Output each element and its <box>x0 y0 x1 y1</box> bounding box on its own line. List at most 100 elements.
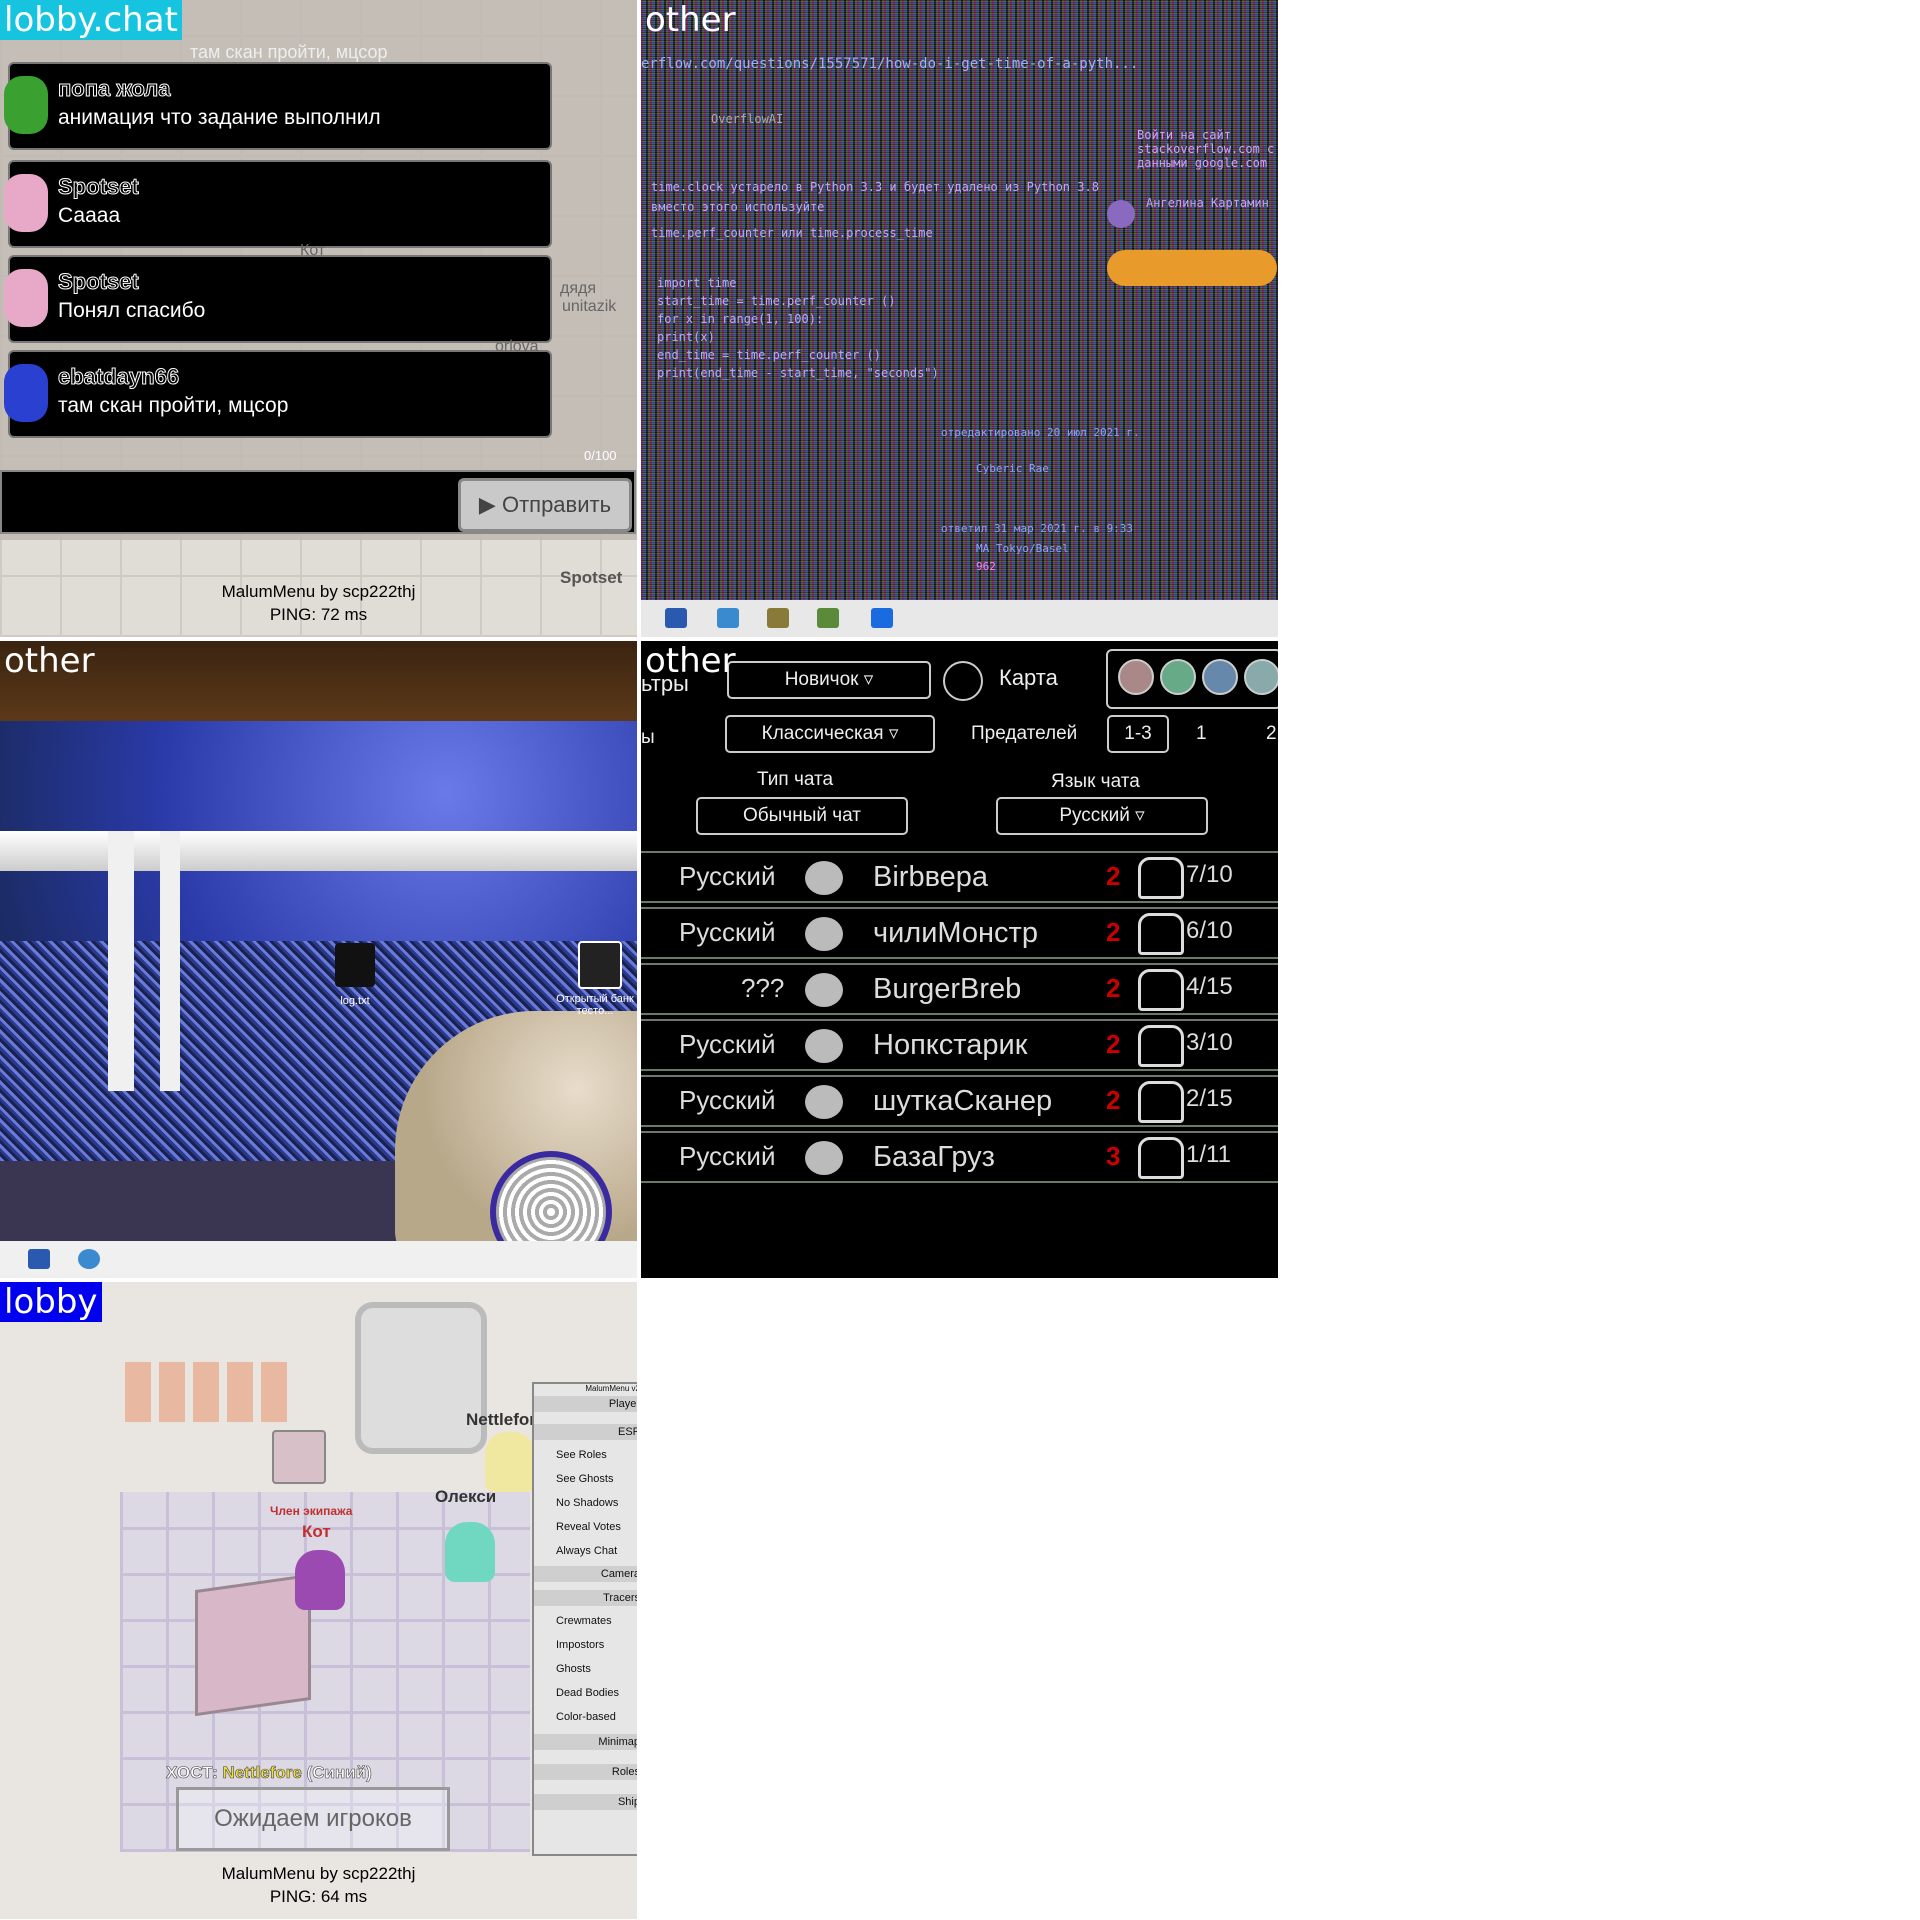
send-button[interactable]: ▶ Отправить <box>458 478 632 532</box>
map-icon <box>805 1141 843 1175</box>
app-icon[interactable] <box>871 608 893 628</box>
menu-option[interactable]: Reveal Votes <box>534 1518 637 1536</box>
domain-tag: lobby <box>0 1282 102 1322</box>
account-avatar <box>1107 200 1135 228</box>
domain-tag: other <box>645 0 736 40</box>
menu-option[interactable]: Color-based <box>534 1708 637 1726</box>
chat-text: Саааа <box>58 204 121 227</box>
code-line: print(x) <box>657 330 715 344</box>
chat-lang-dropdown[interactable]: Русский ▿ <box>996 797 1208 835</box>
game-type-dropdown[interactable]: Классическая ▿ <box>725 715 935 753</box>
menu-section-player[interactable]: Player <box>534 1396 637 1412</box>
folder-icon[interactable] <box>28 1249 50 1269</box>
bg-player-name: orlova <box>495 338 539 355</box>
user-name[interactable]: Cyberic Rae <box>976 462 1049 475</box>
game-type-value: Классическая <box>761 723 884 744</box>
mode-label: ы <box>641 727 655 748</box>
chat-message: Spotset Понял спасибо <box>4 255 552 343</box>
menu-option[interactable]: See Ghosts <box>534 1470 637 1488</box>
answer-text: time.perf_counter или time.process_time <box>651 226 933 240</box>
chat-sender: ebatdayn66 <box>57 364 180 390</box>
lobby-row[interactable]: Русский Birbвера 2 7/10 <box>641 851 1278 903</box>
lobby-host: БазаГруз <box>873 1141 995 1173</box>
domain-tag: other <box>4 641 95 681</box>
lobby-players: 6/10 <box>1186 917 1233 944</box>
account-name: Ангелина Картамин <box>1146 196 1269 210</box>
lobby-row[interactable]: ??? BurgerBreb 2 4/15 <box>641 963 1278 1015</box>
lobby-language: Русский <box>679 917 776 947</box>
chat-text: Понял спасибо <box>58 299 206 322</box>
player-role: Член экипажа <box>270 1504 353 1518</box>
menu-section-camera[interactable]: Camera <box>534 1566 637 1582</box>
lobby-players: 1/11 <box>1186 1141 1231 1168</box>
domain-tag: lobby.chat <box>0 0 182 40</box>
chat-sender: Spotset <box>58 269 140 295</box>
crewmate-icon <box>1138 913 1184 955</box>
menu-option[interactable]: Dead Bodies <box>534 1684 637 1702</box>
menu-section-minimap[interactable]: Minimap <box>534 1734 637 1750</box>
lobby-row[interactable]: Русский чилиМонстр 2 6/10 <box>641 907 1278 959</box>
user-name[interactable]: MA Tokyo/Basel <box>976 542 1069 555</box>
send-label: Отправить <box>501 492 612 517</box>
lobby-players: 7/10 <box>1186 861 1233 888</box>
player-avatar[interactable] <box>485 1432 535 1492</box>
answer-text: вместо этого используйте <box>651 200 825 214</box>
map-skeld-icon[interactable] <box>1118 659 1154 695</box>
continue-button[interactable] <box>1107 250 1277 286</box>
map-selector[interactable] <box>1106 649 1278 709</box>
player-avatar <box>4 364 48 422</box>
menu-section-tracers[interactable]: Tracers <box>534 1590 637 1606</box>
map-mira-icon[interactable] <box>1160 659 1196 695</box>
player-avatar[interactable] <box>445 1522 495 1582</box>
text-file-icon[interactable] <box>335 943 375 987</box>
menu-section-esp[interactable]: ESP <box>534 1424 637 1440</box>
menu-option[interactable]: See Roles <box>534 1446 637 1464</box>
menu-option[interactable]: Ghosts <box>534 1660 637 1678</box>
impostors-option[interactable]: 1 <box>1196 723 1207 745</box>
lobby-host: Birbвера <box>873 861 989 893</box>
menu-option[interactable]: Impostors <box>534 1636 637 1654</box>
impostors-option[interactable]: 2 <box>1266 723 1277 745</box>
map-icon[interactable] <box>943 661 983 701</box>
map-label: Карта <box>999 665 1058 690</box>
menu-section-ship[interactable]: Ship <box>534 1794 637 1810</box>
chat-type-dropdown[interactable]: Обычный чат <box>696 797 908 835</box>
map-polus-icon[interactable] <box>1202 659 1238 695</box>
menu-option[interactable]: Always Chat <box>534 1542 637 1560</box>
lobby-row[interactable]: Русский БазаГруз 3 1/11 <box>641 1131 1278 1183</box>
lobby-impostors: 3 <box>1106 1141 1121 1171</box>
answered-note: ответил 31 мар 2021 г. в 9:33 <box>941 522 1134 535</box>
waiting-button: Ожидаем игроков <box>176 1787 450 1851</box>
edited-note: отредактировано 20 июл 2021 г. <box>941 426 1140 439</box>
nav-link[interactable]: OverflowAI <box>711 112 783 126</box>
host-name: Nettlefore <box>222 1763 302 1783</box>
laptop[interactable] <box>272 1430 326 1484</box>
map-airship-icon[interactable] <box>1244 659 1278 695</box>
blender-icon[interactable] <box>78 1249 100 1269</box>
menu-option[interactable]: Crewmates <box>534 1612 637 1630</box>
app-icon[interactable] <box>817 608 839 628</box>
chat-message: попа жола анимация что задание выполнил <box>4 62 552 150</box>
code-line: end_time = time.perf_counter () <box>657 348 881 362</box>
player-avatar[interactable] <box>295 1550 345 1610</box>
lobby-row[interactable]: Русский Нопкстарик 2 3/10 <box>641 1019 1278 1071</box>
chrome-file-icon[interactable] <box>578 941 622 989</box>
app-icon[interactable] <box>767 608 789 628</box>
user-rep: 962 <box>976 560 996 573</box>
menu-section-roles[interactable]: Roles <box>534 1764 637 1780</box>
impostors-dropdown[interactable]: 1-3 <box>1107 715 1169 753</box>
lobby-row[interactable]: Русский шуткаСканер 2 2/15 <box>641 1075 1278 1127</box>
arrow-right-icon: ▶ <box>478 492 496 517</box>
menu-option[interactable]: No Shadows <box>534 1494 637 1512</box>
lobby-host: шуткаСканер <box>873 1085 1053 1117</box>
host-info: ХОСТ: Nettlefore (Синий) <box>166 1763 372 1783</box>
url-bar[interactable]: erflow.com/questions/1557571/how-do-i-ge… <box>641 56 1138 72</box>
host-label: ХОСТ: <box>166 1763 218 1783</box>
desktop-icon-label: Открытый банк тесто... <box>556 993 634 1017</box>
level-dropdown[interactable]: Новичок ▿ <box>727 661 931 699</box>
hud-title: MalumMenu by scp222thj <box>221 1864 416 1883</box>
blender-icon[interactable] <box>717 608 739 628</box>
menu-title: MalumMenu v2 <box>585 1384 637 1393</box>
lobby-language: Русский <box>679 861 776 891</box>
folder-icon[interactable] <box>665 608 687 628</box>
